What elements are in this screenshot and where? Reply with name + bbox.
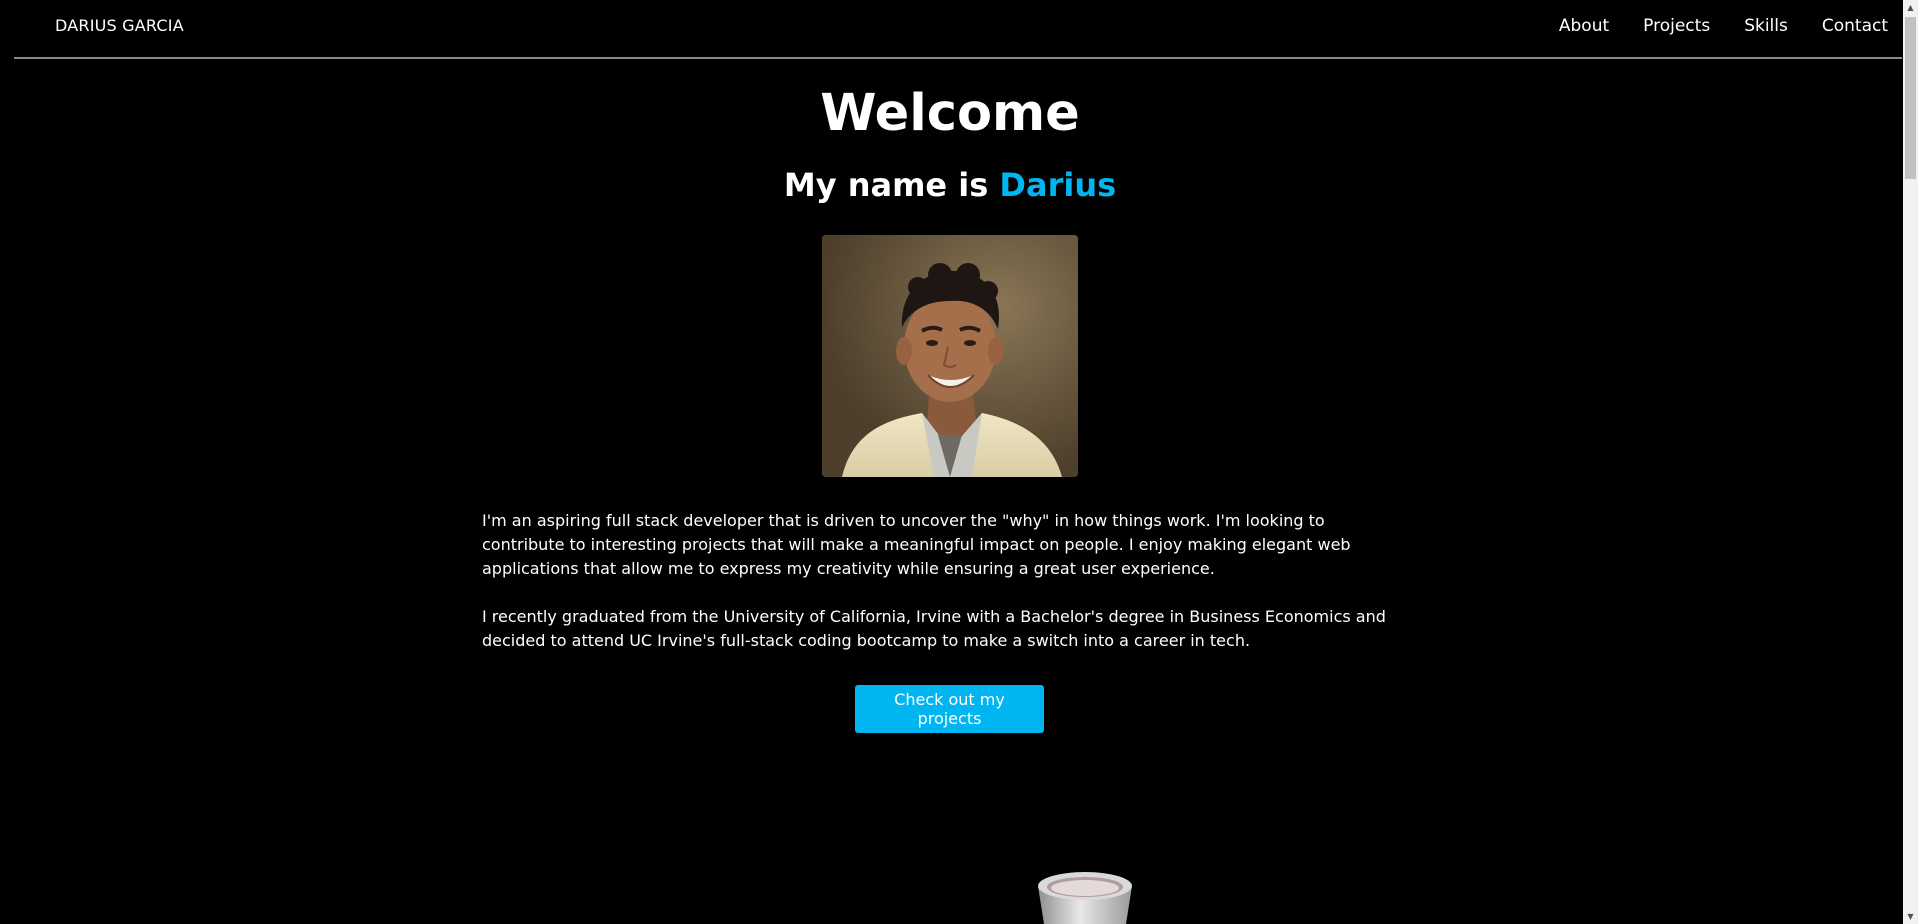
triangle-up-icon[interactable]: ▲ <box>1903 0 1918 15</box>
nav-links: About Projects Skills Contact <box>1559 16 1888 36</box>
profile-photo-illustration <box>822 235 1078 477</box>
intro-prefix: My name is <box>783 166 1000 204</box>
top-navbar: DARIUS GARCIA About Projects Skills Cont… <box>14 0 1902 59</box>
bio-paragraph-1: I'm an aspiring full stack developer tha… <box>482 511 1351 578</box>
cup-3d-object <box>1038 872 1132 924</box>
nav-link-skills[interactable]: Skills <box>1744 16 1788 36</box>
profile-photo <box>822 235 1078 477</box>
intro-name: Darius <box>999 166 1117 204</box>
welcome-heading: Welcome <box>820 84 1080 143</box>
view-projects-button[interactable]: Check out my projects <box>855 685 1044 733</box>
triangle-down-icon[interactable]: ▼ <box>1903 909 1918 924</box>
intro-heading: My name is Darius <box>0 166 1900 204</box>
portfolio-page: DARIUS GARCIA About Projects Skills Cont… <box>0 0 1918 924</box>
brand-logo-text[interactable]: DARIUS GARCIA <box>55 16 184 35</box>
nav-link-about[interactable]: About <box>1559 16 1609 36</box>
vertical-scrollbar[interactable]: ▲ ▼ <box>1903 0 1918 924</box>
bio-paragraph-2: I recently graduated from the University… <box>482 607 1386 650</box>
nav-link-projects[interactable]: Projects <box>1643 16 1710 36</box>
nav-link-contact[interactable]: Contact <box>1822 16 1888 36</box>
scrollbar-thumb[interactable] <box>1905 17 1916 179</box>
